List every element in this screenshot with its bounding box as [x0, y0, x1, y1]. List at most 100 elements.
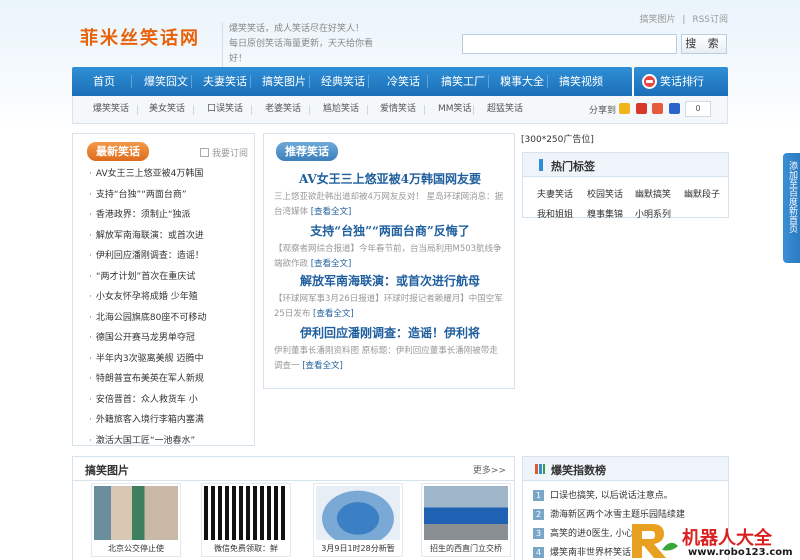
tag-link[interactable]: 小明系列 [635, 207, 671, 220]
latest-jokes-panel: 最新笑话 我要订阅 AV女王三上悠亚被4万韩国 支持“台独”“两面台商” 香港政… [72, 133, 255, 446]
nav-item-joke-factory[interactable]: 搞笑工厂 [441, 67, 485, 96]
pic-card[interactable]: 3月9日1时28分新暂 [313, 483, 403, 557]
list-item[interactable]: 北海公园旗底80座不可移动 [89, 308, 254, 329]
add-to-baidu-button[interactable]: 添加至百度新首页 [783, 153, 800, 263]
rank-number: 3 [533, 528, 544, 539]
tag-link[interactable]: 夫妻笑话 [537, 187, 573, 200]
summary-text: 【观察者网综合报道】今年春节前，台当局利用M503航线争端欲作政 [274, 244, 502, 269]
recommended-panel: 推荐笑话 AV女王三上悠亚被4万韩国网友要 三上悠亚欲赴韩出道却被4万网友反对！… [263, 133, 515, 389]
list-item[interactable]: 安倍晋首：众人救货车 小 [89, 390, 254, 411]
divider [191, 75, 192, 88]
more-link[interactable]: 更多>> [473, 463, 506, 476]
subnav-item[interactable]: 老婆笑话 [265, 96, 301, 123]
subnav-item[interactable]: MM笑话 [438, 96, 472, 123]
pic-card[interactable]: 招生的西直门立交桥 [421, 483, 511, 557]
ad-placeholder-label: [300*250广告位] [521, 135, 594, 145]
pic-card[interactable]: 微信免费领取：鲜 [201, 483, 291, 557]
summary-text: 三上悠亚欲赴韩出道却被4万网友反对！ 星岛环球网消息：据台湾媒体 [274, 192, 504, 217]
divider [547, 75, 548, 88]
recommended-item: 解放军南海联演：或首次进行航母 【环球网军事3月26日报道】环球时报记者赖耀月】… [274, 272, 506, 322]
subnav-item[interactable]: 美女笑话 [149, 96, 185, 123]
summary-text: 【环球网军事3月26日报道】环球时报记者赖耀月】中国空军25日发布 [274, 294, 503, 319]
subnav-item[interactable]: 口误笑话 [207, 96, 243, 123]
list-item-text: 渤海新区两个冰雪主题乐园陆续建 [550, 510, 686, 520]
share-count: 0 [685, 101, 711, 117]
list-item-text: 爆笑南非世界杯笑话 [550, 548, 632, 558]
funny-pics-panel: 搞笑图片 更多>> 北京公交停止使 微信免费领取：鲜 3月9日1时28分新暂 招… [72, 456, 515, 560]
nav-item-cold-jokes[interactable]: 冷笑话 [387, 67, 420, 96]
road-sign-photo [424, 486, 508, 540]
qr-code-image [204, 486, 288, 540]
share-label: 分享到 [589, 106, 617, 116]
nav-item-funny-videos[interactable]: 搞笑视频 [559, 67, 603, 96]
list-item[interactable]: 外籍旅客入境行李箱内塞满 [89, 410, 254, 431]
subnav-item[interactable]: 爆笑笑话 [93, 96, 129, 123]
funny-pics-link[interactable]: 搞笑图片 [640, 15, 676, 25]
site-logo[interactable]: 菲米丝笑话网 [80, 24, 200, 50]
nav-item-funny-pics[interactable]: 搞笑图片 [262, 67, 306, 96]
robot-logo-icon [632, 524, 678, 558]
read-more-link[interactable]: [查看全文] [311, 259, 352, 269]
list-item[interactable]: AV女王三上悠亚被4万韩国 [89, 164, 254, 185]
list-item[interactable]: 解放军南海联演：或首次进 [89, 226, 254, 247]
divider [250, 75, 251, 88]
read-more-link[interactable]: [查看全文] [313, 309, 354, 319]
tag-link[interactable]: 我和姐姐 [537, 207, 573, 220]
list-item[interactable]: 特朗普宣布美英在军人新规 [89, 369, 254, 390]
tag-link[interactable]: 校园笑话 [587, 187, 623, 200]
pic-caption: 微信免费领取：鲜 [214, 544, 278, 553]
list-item[interactable]: 小女友怀孕将成婚 少年殖 [89, 287, 254, 308]
baidu-share-icon[interactable] [668, 103, 680, 114]
nav-item-couple-jokes[interactable]: 夫妻笑话 [203, 67, 247, 96]
sub-nav: 爆笑笑话 美女笑话 口误笑话 老婆笑话 尴尬笑话 爱情笑话 MM笑话 超猛笑话 … [72, 96, 728, 124]
subnav-item[interactable]: 爱情笑话 [380, 96, 416, 123]
list-item[interactable]: 伊利回应潘刚调查：造谣！ [89, 246, 254, 267]
search-button[interactable]: 搜 索 [681, 34, 727, 54]
pic-card[interactable]: 北京公交停止使 [91, 483, 181, 557]
qzone-share-icon[interactable] [619, 103, 630, 114]
recommended-item-summary: 伊利董事长潘刚资料图 原标题：伊利回应董事长潘刚被带走调查一 [查看全文] [274, 344, 506, 374]
divider [137, 105, 138, 115]
read-more-link[interactable]: [查看全文] [302, 361, 343, 371]
funny-pics-header: 搞笑图片 更多>> [73, 457, 514, 481]
weibo-share-icon[interactable] [635, 103, 647, 114]
watermark-url: www.robo123.com [688, 547, 793, 558]
rank-number: 1 [533, 490, 544, 501]
list-item[interactable]: 激活大国工匠“一池春水” [89, 431, 254, 452]
rss-link[interactable]: RSS订阅 [692, 15, 728, 25]
divider [488, 75, 489, 88]
nav-item-home[interactable]: 首页 [93, 67, 115, 96]
nav-item-classic-jokes[interactable]: 经典笑话 [321, 67, 365, 96]
read-more-link[interactable]: [查看全文] [311, 207, 352, 217]
list-item[interactable]: 半年内3次驱离美舰 迈腾中 [89, 349, 254, 370]
tag-link[interactable]: 糗事集锦 [587, 207, 623, 220]
list-item[interactable]: 1 口误也搞笑, 以后说话注意点。 [533, 487, 723, 506]
recommended-item-title[interactable]: AV女王三上悠亚被4万韩国网友要 [274, 170, 506, 187]
list-item[interactable]: 德国公开赛马龙男单夺冠 [89, 328, 254, 349]
hot-tags-title: 热门标签 [551, 160, 595, 173]
nav-item-embarrassing[interactable]: 糗事大全 [500, 67, 544, 96]
slogan-line: 每日原创笑话海量更新，天天给你看好！ [229, 39, 374, 64]
nav-item-joke-articles[interactable]: 爆笑囧文 [144, 67, 188, 96]
hot-tags-header: 热门标签 [523, 153, 728, 177]
subscribe-link[interactable]: 我要订阅 [200, 146, 248, 159]
rank-button[interactable]: 笑话排行 [634, 67, 728, 96]
tag-link[interactable]: 幽默段子 [684, 187, 720, 200]
recommended-item-title[interactable]: 解放军南海联演：或首次进行航母 [274, 272, 506, 289]
pic-caption: 3月9日1时28分新暂 [321, 544, 395, 553]
list-item[interactable]: “两才计划”首次在重庆试 [89, 267, 254, 288]
list-item[interactable]: 支持“台独”“两面台商” [89, 185, 254, 206]
recommended-item-title[interactable]: 伊利回应潘刚调查：造谣！伊利将 [274, 324, 506, 341]
renren-share-icon[interactable] [652, 103, 663, 114]
pic-caption: 招生的西直门立交桥 [430, 544, 502, 553]
tag-link[interactable]: 幽默搞笑 [635, 187, 671, 200]
search-input[interactable] [462, 34, 677, 54]
list-item[interactable]: 香港政界：须制止“独派 [89, 205, 254, 226]
subnav-item[interactable]: 超猛笑话 [487, 96, 523, 123]
recommended-item-title[interactable]: 支持“台独”“两面台商”反悔了 [274, 222, 506, 239]
rss-icon [200, 148, 209, 157]
rank-number: 2 [533, 509, 544, 520]
subnav-item[interactable]: 尴尬笑话 [323, 96, 359, 123]
rank-icon [642, 74, 657, 89]
joke-index-header: 爆笑指数榜 [523, 457, 728, 481]
